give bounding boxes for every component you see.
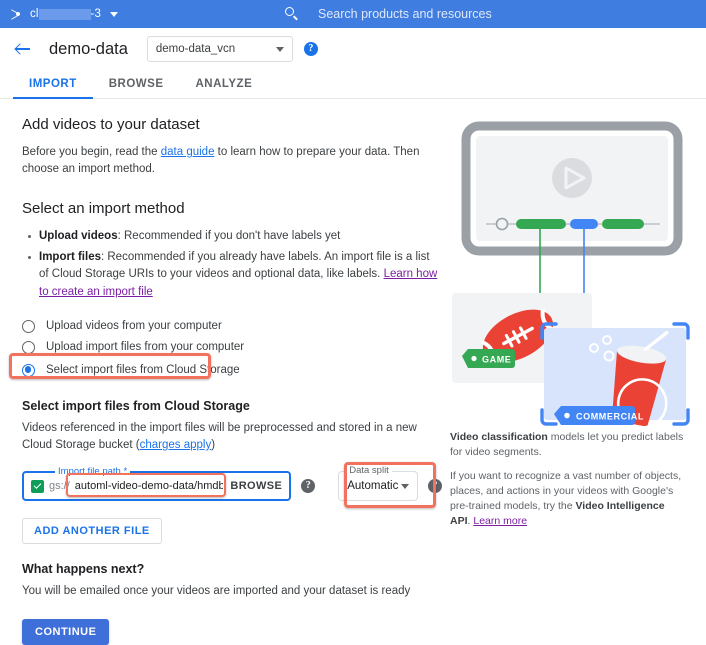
continue-button-label: CONTINUE: [35, 626, 97, 638]
data-split-select[interactable]: Data split Automatic: [338, 465, 419, 501]
project-name-suffix: -3: [90, 8, 101, 20]
commercial-label-text: COMMERCIAL: [576, 412, 644, 422]
data-split-help-icon[interactable]: ?: [428, 479, 442, 493]
valid-check-icon: [31, 479, 44, 493]
radio-button-icon-selected: [22, 363, 35, 377]
cloud-storage-description: Videos referenced in the import files wi…: [22, 420, 442, 454]
tab-import[interactable]: IMPORT: [13, 70, 93, 99]
radio-upload-videos[interactable]: Upload videos from your computer: [22, 316, 442, 336]
top-navigation-bar: cl -3 Search products and resources: [0, 0, 706, 28]
project-name-redaction: [38, 8, 91, 20]
add-another-file-label: ADD ANOTHER FILE: [34, 525, 150, 537]
radio-label: Select import files from Cloud Storage: [46, 364, 240, 376]
project-name: cl -3: [30, 8, 101, 20]
intro-paragraph: Before you begin, read the data guide to…: [22, 144, 442, 178]
import-form-column: Add videos to your dataset Before you be…: [0, 116, 442, 645]
import-method-radio-group: Upload videos from your computer Upload …: [9, 316, 442, 380]
charges-apply-link[interactable]: charges apply: [140, 439, 212, 451]
intro-text-before: Before you begin, read the: [22, 146, 161, 158]
radio-label: Upload videos from your computer: [46, 320, 222, 332]
import-file-help-icon[interactable]: ?: [301, 479, 316, 493]
section-heading-cloud-storage: Select import files from Cloud Storage: [22, 399, 250, 413]
info-paragraph-1: Video classification models let you pred…: [450, 430, 684, 460]
tab-analyze-label: ANALYZE: [195, 78, 253, 90]
video-classification-illustration: GAME COMMERCIAL: [450, 116, 694, 429]
tab-browse[interactable]: BROWSE: [93, 70, 180, 98]
data-split-legend: Data split: [346, 465, 392, 476]
cs-desc-after: ): [211, 439, 216, 451]
radio-cloud-storage[interactable]: Select import files from Cloud Storage: [22, 360, 442, 380]
list-item: Import files: Recommended if you already…: [28, 249, 442, 302]
page-header: demo-data demo-data_vcn ?: [0, 28, 706, 70]
section-heading-import-method: Select an import method: [22, 200, 185, 217]
import-method-list: Upload videos: Recommended if you don't …: [22, 228, 442, 301]
cs-desc-before: Videos referenced in the import files wi…: [22, 422, 417, 451]
import-file-path-legend: Import file path *: [55, 466, 131, 477]
section-heading-add-videos: Add videos to your dataset: [22, 116, 200, 133]
data-split-value: Automatic: [347, 480, 399, 492]
info-panel-column: GAME COMMERCIAL Video classification mod…: [442, 116, 692, 645]
chevron-down-icon: [401, 483, 410, 489]
bullet-text: : Recommended if you don't have labels y…: [117, 230, 341, 242]
info-p1-strong: Video classification: [450, 431, 548, 443]
browse-button[interactable]: BROWSE: [230, 480, 282, 492]
section-heading-what-next: What happens next?: [22, 562, 145, 576]
data-guide-link[interactable]: data guide: [161, 146, 215, 158]
back-arrow-icon[interactable]: [13, 39, 33, 59]
project-selector[interactable]: cl -3: [0, 6, 285, 22]
tab-analyze[interactable]: ANALYZE: [179, 70, 268, 98]
list-item: Upload videos: Recommended if you don't …: [28, 228, 442, 246]
import-file-path-input[interactable]: [71, 480, 227, 492]
page-title: demo-data: [49, 39, 128, 58]
continue-button[interactable]: CONTINUE: [22, 619, 110, 645]
dataset-select[interactable]: demo-data_vcn: [146, 36, 293, 62]
radio-upload-import-files[interactable]: Upload import files from your computer: [22, 337, 442, 357]
add-another-file-button[interactable]: ADD ANOTHER FILE: [22, 518, 162, 544]
info-panel-text: Video classification models let you pred…: [450, 430, 684, 529]
project-name-prefix: cl: [30, 8, 39, 20]
chevron-down-icon[interactable]: [109, 11, 118, 17]
cloud-storage-section: Select import files from Cloud Storage V…: [22, 399, 442, 645]
page-content: Add videos to your dataset Before you be…: [0, 99, 706, 645]
help-icon[interactable]: ?: [303, 42, 318, 56]
bullet-strong: Import files: [39, 250, 101, 263]
radio-label: Upload import files from your computer: [46, 341, 245, 353]
google-cloud-logo-icon: [8, 6, 24, 22]
import-file-path-field[interactable]: Import file path * gs:// BROWSE: [22, 466, 292, 501]
tab-bar: IMPORT BROWSE ANALYZE: [0, 70, 706, 99]
global-search[interactable]: Search products and resources: [285, 6, 706, 22]
chevron-down-icon: [275, 46, 284, 52]
import-file-row: Import file path * gs:// BROWSE ? Data s…: [22, 462, 442, 508]
search-icon: [285, 6, 300, 22]
dataset-select-value: demo-data_vcn: [155, 43, 236, 55]
radio-button-icon: [22, 319, 35, 333]
gs-uri-prefix: gs://: [49, 480, 70, 492]
tab-import-label: IMPORT: [29, 78, 77, 90]
what-next-text: You will be emailed once your videos are…: [22, 585, 411, 597]
game-label-text: GAME: [482, 355, 511, 365]
bullet-strong: Upload videos: [39, 230, 118, 242]
radio-button-icon: [22, 340, 35, 354]
search-placeholder: Search products and resources: [318, 7, 492, 21]
learn-more-link[interactable]: Learn more: [473, 515, 527, 527]
info-paragraph-2: If you want to recognize a vast number o…: [450, 469, 684, 529]
tab-browse-label: BROWSE: [108, 78, 164, 90]
